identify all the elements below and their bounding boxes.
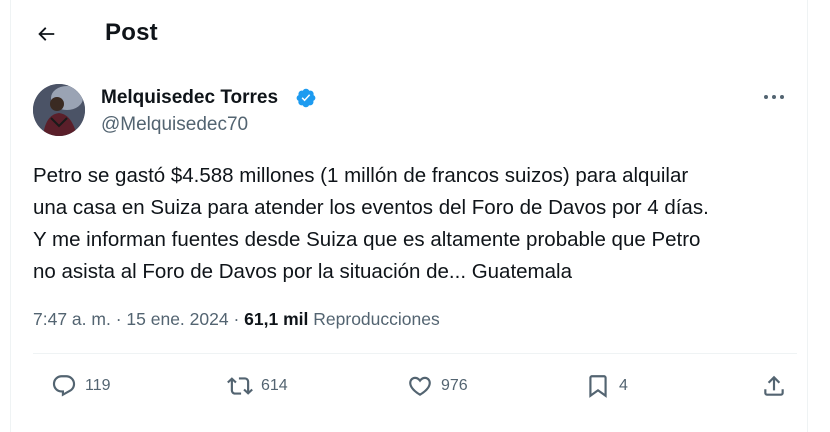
back-button[interactable] <box>29 17 63 51</box>
author-name[interactable]: Melquisedec Torres <box>101 86 278 110</box>
more-dots-icon <box>764 95 784 99</box>
tweet-line: Petro se gastó $4.588 millones (1 millón… <box>33 164 689 187</box>
verified-badge-icon <box>296 88 316 108</box>
repost-count: 614 <box>261 377 288 394</box>
heart-icon <box>409 376 431 396</box>
post-time[interactable]: 7:47 a. m. <box>33 309 111 329</box>
bookmark-count: 4 <box>619 377 628 394</box>
divider <box>33 353 797 354</box>
share-icon <box>764 375 784 396</box>
avatar-image <box>33 84 85 136</box>
author-handle[interactable]: @Melquisedec70 <box>101 113 248 137</box>
repost-button[interactable]: 614 <box>227 368 288 404</box>
tweet-line: una casa en Suiza para atender los event… <box>33 196 709 219</box>
repost-icon <box>227 377 253 395</box>
like-button[interactable]: 976 <box>407 368 468 404</box>
like-count: 976 <box>441 377 468 394</box>
views-label: Reproducciones <box>313 309 440 329</box>
action-bar: 119 614 976 4 <box>33 368 797 404</box>
meta-separator: · <box>115 309 122 329</box>
reply-icon <box>52 375 76 397</box>
views-count: 61,1 mil <box>244 309 309 329</box>
bookmark-button[interactable]: 4 <box>585 368 628 404</box>
meta-separator: · <box>233 309 240 329</box>
bookmark-icon <box>589 375 607 398</box>
reply-button[interactable]: 119 <box>51 368 111 404</box>
tweet-text: Petro se gastó $4.588 millones (1 millón… <box>33 160 793 288</box>
post-date[interactable]: 15 ene. 2024 <box>126 309 228 329</box>
avatar[interactable] <box>33 84 85 136</box>
more-options-button[interactable] <box>759 84 789 110</box>
page-title: Post <box>105 19 158 46</box>
tweet-line: no asista al Foro de Davos por la situac… <box>33 260 572 283</box>
post-page: Post Melquisedec Torres @Melquisedec70 P… <box>10 0 808 432</box>
page-header: Post <box>11 0 807 66</box>
reply-count: 119 <box>85 377 111 394</box>
tweet-line: Y me informan fuentes desde Suiza que es… <box>33 228 701 251</box>
tweet-meta: 7:47 a. m. · 15 ene. 2024 · 61,1 mil Rep… <box>33 306 440 332</box>
share-button[interactable] <box>761 368 787 404</box>
arrow-left-icon <box>38 27 55 41</box>
